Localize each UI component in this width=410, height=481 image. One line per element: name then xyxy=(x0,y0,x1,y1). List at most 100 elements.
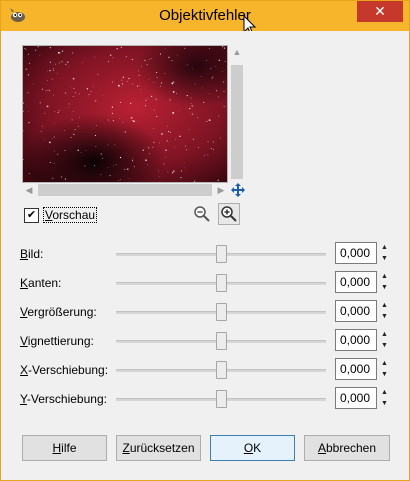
preview-vertical-scrollbar[interactable]: ▲ xyxy=(230,45,244,181)
star xyxy=(65,92,67,94)
star xyxy=(46,80,48,81)
preview-checkbox[interactable]: ✔ xyxy=(24,207,39,223)
param-value-input[interactable]: 0,000 xyxy=(335,358,377,380)
zoom-out-button[interactable] xyxy=(191,203,213,225)
star xyxy=(124,131,126,133)
param-spin-buttons[interactable]: ▲ ▼ xyxy=(379,271,390,293)
star xyxy=(23,110,25,112)
spin-down-icon[interactable]: ▼ xyxy=(379,311,390,322)
navigate-move-icon[interactable] xyxy=(230,182,246,198)
star xyxy=(111,112,113,114)
star xyxy=(214,66,216,67)
param-spin-buttons[interactable]: ▲ ▼ xyxy=(379,358,390,380)
param-value-input[interactable]: 0,000 xyxy=(335,329,377,351)
checkmark-icon: ✔ xyxy=(26,208,37,221)
preview-horizontal-scrollbar[interactable]: ◀ ▶ xyxy=(22,183,228,197)
param-slider-handle[interactable] xyxy=(216,245,227,263)
star xyxy=(53,150,55,152)
star xyxy=(23,159,24,160)
spin-up-icon[interactable]: ▲ xyxy=(379,271,390,282)
star xyxy=(172,112,175,114)
ok-button[interactable]: OK xyxy=(210,435,295,461)
star xyxy=(144,99,146,101)
spin-up-icon[interactable]: ▲ xyxy=(379,329,390,340)
star xyxy=(192,138,194,140)
spin-down-icon[interactable]: ▼ xyxy=(379,369,390,380)
star xyxy=(128,77,130,80)
cancel-button[interactable]: Abbrechen xyxy=(304,435,390,461)
star xyxy=(203,155,205,157)
star xyxy=(79,116,80,118)
star xyxy=(153,109,155,111)
preview-checkbox-label[interactable]: Vorschau xyxy=(43,207,98,223)
star xyxy=(45,105,47,107)
param-spin-buttons[interactable]: ▲ ▼ xyxy=(379,387,390,409)
scroll-up-icon[interactable]: ▲ xyxy=(230,45,244,59)
star xyxy=(219,137,221,139)
horizontal-scroll-thumb[interactable] xyxy=(38,184,212,196)
scroll-right-icon[interactable]: ▶ xyxy=(214,183,228,197)
spin-up-icon[interactable]: ▲ xyxy=(379,358,390,369)
star xyxy=(49,69,51,72)
star xyxy=(126,168,129,170)
param-spin-buttons[interactable]: ▲ ▼ xyxy=(379,329,390,351)
star xyxy=(148,147,150,149)
param-value-input[interactable]: 0,000 xyxy=(335,271,377,293)
star xyxy=(39,102,41,104)
star xyxy=(138,70,139,72)
star xyxy=(167,125,168,127)
vertical-scroll-thumb[interactable] xyxy=(231,65,243,179)
param-value-input[interactable]: 0,000 xyxy=(335,300,377,322)
star xyxy=(95,146,97,147)
spin-up-icon[interactable]: ▲ xyxy=(379,387,390,398)
param-row: Kanten: 0,000 ▲ ▼ xyxy=(20,271,390,295)
param-slider-handle[interactable] xyxy=(216,332,227,350)
star xyxy=(61,50,64,52)
star xyxy=(184,47,186,49)
star xyxy=(142,149,144,151)
star xyxy=(179,135,181,137)
param-spin-buttons[interactable]: ▲ ▼ xyxy=(379,300,390,322)
star xyxy=(51,138,53,139)
help-button[interactable]: Hilfe xyxy=(22,435,107,461)
reset-button[interactable]: Zurücksetzen xyxy=(116,435,201,461)
star xyxy=(64,149,66,151)
star xyxy=(217,179,219,181)
param-slider-handle[interactable] xyxy=(216,361,227,379)
zoom-out-icon xyxy=(194,206,210,222)
param-row: Y-Verschiebung: 0,000 ▲ ▼ xyxy=(20,387,390,411)
spin-up-icon[interactable]: ▲ xyxy=(379,242,390,253)
star xyxy=(159,176,161,178)
star xyxy=(90,91,92,93)
star xyxy=(155,98,157,100)
spin-down-icon[interactable]: ▼ xyxy=(379,398,390,409)
title-bar[interactable]: Objektivfehler ✕ xyxy=(1,1,409,31)
star xyxy=(197,117,198,119)
star xyxy=(146,64,148,66)
star xyxy=(132,158,133,160)
param-value-input[interactable]: 0,000 xyxy=(335,387,377,409)
star xyxy=(33,83,34,85)
zoom-in-button[interactable] xyxy=(218,203,240,225)
star xyxy=(88,94,90,96)
star xyxy=(164,156,166,158)
spin-up-icon[interactable]: ▲ xyxy=(379,300,390,311)
star xyxy=(187,64,188,66)
param-slider-handle[interactable] xyxy=(216,274,227,292)
spin-down-icon[interactable]: ▼ xyxy=(379,340,390,351)
param-spin-buttons[interactable]: ▲ ▼ xyxy=(379,242,390,264)
param-slider-handle[interactable] xyxy=(216,303,227,321)
close-button[interactable]: ✕ xyxy=(357,1,403,22)
param-value-input[interactable]: 0,000 xyxy=(335,242,377,264)
scroll-left-icon[interactable]: ◀ xyxy=(22,183,36,197)
star xyxy=(96,125,97,127)
star xyxy=(172,91,175,93)
preview-area[interactable] xyxy=(22,45,228,183)
preview-toggle[interactable]: ✔ Vorschau xyxy=(24,206,98,224)
star xyxy=(120,46,122,48)
param-slider-handle[interactable] xyxy=(216,390,227,408)
spin-down-icon[interactable]: ▼ xyxy=(379,253,390,264)
spin-down-icon[interactable]: ▼ xyxy=(379,282,390,293)
star xyxy=(172,172,174,174)
star xyxy=(46,105,49,108)
